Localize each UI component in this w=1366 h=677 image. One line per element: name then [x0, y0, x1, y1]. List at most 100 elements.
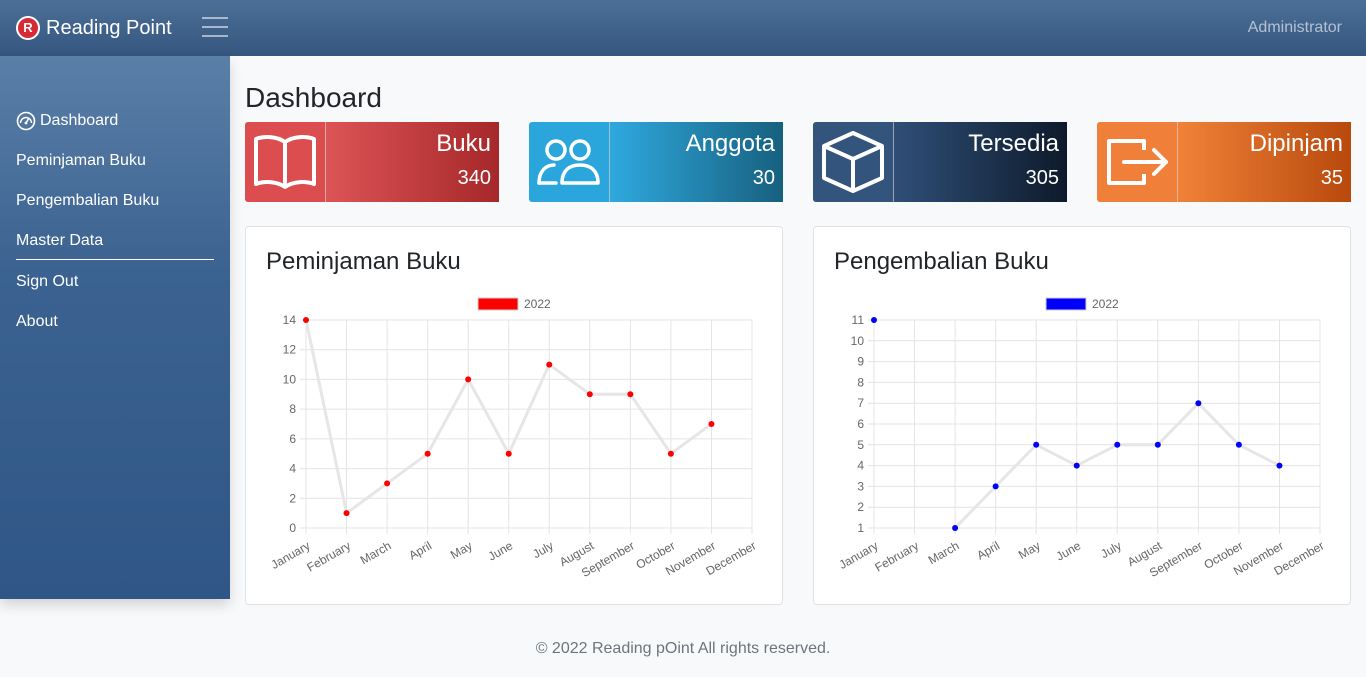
y-tick-label: 1: [857, 521, 864, 535]
stat-card-tersedia[interactable]: Tersedia 305: [813, 122, 1067, 202]
speedometer-icon: [16, 111, 36, 131]
chart-legend: 2022: [477, 297, 551, 311]
sidebar-item-peminjaman[interactable]: Peminjaman Buku: [16, 152, 146, 170]
book-icon: [254, 135, 316, 189]
data-point: [465, 376, 472, 383]
y-tick-label: 14: [283, 313, 297, 327]
data-point: [1195, 400, 1202, 407]
sidebar-item-master-data[interactable]: Master Data: [16, 232, 103, 250]
stat-card-anggota[interactable]: Anggota 30: [529, 122, 783, 202]
data-point: [546, 361, 553, 368]
sidebar-divider: [16, 259, 214, 260]
x-tick-label: April: [974, 538, 1002, 562]
card-body: Tersedia 305: [893, 122, 1067, 202]
pengembalian-chart: 20221234567891011JanuaryFebruary March Apr…: [837, 297, 1327, 580]
exit-icon: [1107, 139, 1168, 185]
legend-label: 2022: [524, 297, 551, 311]
sidebar-item-about[interactable]: About: [16, 313, 58, 331]
brand-name: Reading Point: [46, 16, 172, 39]
footer-copyright: © 2022 Reading pOint All rights reserved…: [535, 640, 831, 657]
sidebar-item-label: Dashboard: [40, 112, 119, 129]
card-icon-box: [1097, 122, 1177, 202]
y-tick-label: 4: [289, 462, 296, 476]
card-label: Buku: [436, 130, 491, 157]
sidebar-item-sign-out[interactable]: Sign Out: [16, 273, 78, 291]
y-tick-label: 11: [852, 313, 865, 327]
data-point: [1114, 441, 1121, 448]
data-point: [505, 450, 512, 457]
stat-card-buku[interactable]: Buku 340: [245, 122, 499, 202]
sidebar-item-label: Peminjaman Buku: [16, 152, 146, 169]
card-value: 305: [1025, 167, 1059, 189]
box-icon: [822, 131, 884, 193]
chart-panel-pengembalian: Pengembalian Buku 2022 1 2 3 4 5 6 7 8 9 10 11 Janua…: [813, 226, 1351, 605]
data-point: [1235, 441, 1242, 448]
y-tick-label: 8: [289, 402, 296, 416]
y-tick-label: 3: [857, 479, 864, 493]
y-tick-label: 7: [857, 396, 864, 410]
sidebar-item-label: Pengembalian Buku: [16, 192, 160, 209]
y-tick-label: 10: [851, 334, 865, 348]
y-tick-label: 10: [283, 372, 297, 386]
stat-card-dipinjam[interactable]: Dipinjam 35: [1097, 122, 1351, 202]
y-tick-label: 9: [857, 355, 864, 369]
y-tick-label: 6: [289, 432, 296, 446]
card-value: 35: [1320, 167, 1343, 189]
legend-swatch: [1045, 297, 1087, 311]
y-tick-label: 12: [283, 343, 297, 357]
data-point: [384, 480, 391, 487]
card-body: Buku 340: [325, 122, 499, 202]
users-icon: [537, 139, 600, 185]
data-point: [303, 317, 309, 323]
peminjaman-chart: 202202468101214JanuaryFebruary March April…: [269, 297, 759, 580]
data-point: [992, 483, 999, 490]
sidebar-item-dashboard[interactable]: Dashboard: [16, 111, 118, 131]
card-label: Anggota: [685, 130, 775, 157]
data-point: [952, 525, 959, 531]
x-tick-label: July: [530, 538, 555, 561]
card-body: Anggota 30: [609, 122, 783, 202]
x-tick-label: May: [448, 538, 475, 561]
top-navbar: R Reading Point Administrator: [0, 0, 1366, 56]
data-point: [1154, 441, 1161, 448]
data-point: [627, 391, 634, 398]
data-point: [708, 421, 715, 427]
card-value: 340: [457, 167, 491, 189]
page-title: Dashboard: [245, 82, 382, 113]
brand-logo-icon: R: [16, 16, 40, 40]
x-tick-label: June: [1054, 538, 1084, 563]
x-tick-label: May: [1016, 538, 1043, 561]
legend-label: 2022: [1092, 297, 1119, 311]
x-tick-label: April: [406, 538, 434, 562]
sidebar-item-pengembalian[interactable]: Pengembalian Buku: [16, 192, 159, 210]
brand-link[interactable]: R Reading Point: [16, 16, 172, 40]
chart-panel-peminjaman: Peminjaman Buku 2022 0 2 4 6 8 10 12 14 January Fe…: [245, 226, 783, 605]
data-point: [1276, 462, 1283, 469]
y-tick-label: 8: [857, 375, 864, 389]
data-point: [424, 450, 431, 457]
data-point: [343, 510, 350, 517]
card-icon-box: [813, 122, 893, 202]
data-point: [871, 317, 877, 323]
x-tick-label: February: [872, 538, 921, 574]
card-label: Tersedia: [968, 130, 1059, 157]
user-menu[interactable]: Administrator: [1248, 19, 1342, 37]
card-icon-box: [529, 122, 609, 202]
menu-toggle-icon[interactable]: [202, 17, 228, 39]
card-body: Dipinjam 35: [1177, 122, 1351, 202]
card-label: Dipinjam: [1249, 130, 1343, 157]
card-value: 30: [752, 167, 775, 189]
chart-legend: 2022: [1045, 297, 1119, 311]
sidebar: Dashboard Peminjaman Buku Pengembalian B…: [0, 56, 230, 599]
data-point: [1033, 441, 1040, 448]
data-point: [667, 450, 674, 457]
x-tick-label: July: [1098, 538, 1123, 561]
data-point: [586, 391, 593, 398]
y-tick-label: 0: [289, 521, 296, 535]
y-tick-label: 2: [289, 491, 296, 505]
x-tick-label: June: [486, 538, 516, 563]
x-tick-label: March: [926, 538, 962, 567]
legend-swatch: [477, 297, 519, 311]
sidebar-item-label: Sign Out: [16, 273, 79, 290]
y-tick-label: 6: [857, 417, 864, 431]
